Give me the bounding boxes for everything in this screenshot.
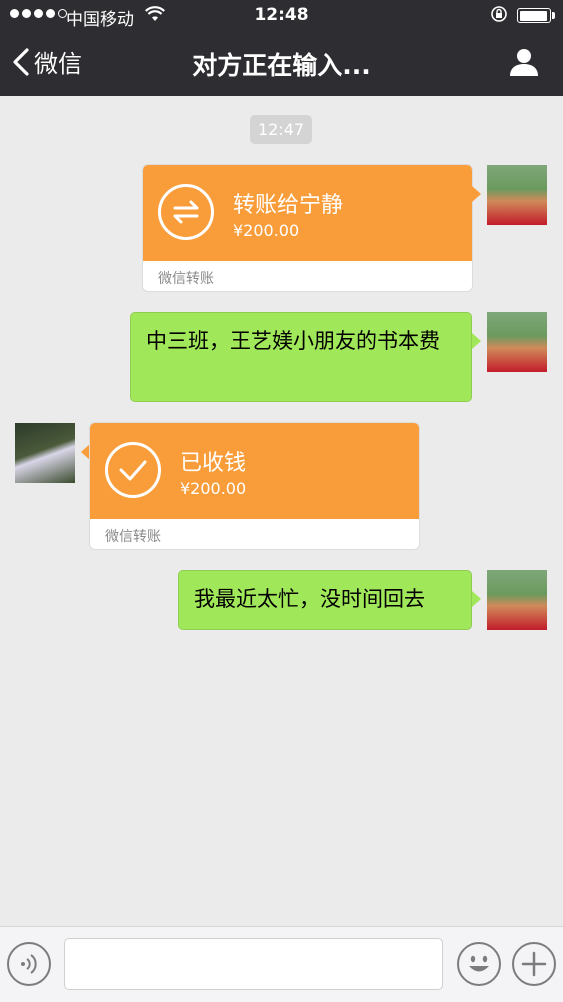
- bubble-tail: [472, 186, 481, 202]
- checkmark-icon: [105, 442, 161, 498]
- transfer-amount: ¥200.00: [233, 221, 300, 240]
- text-message-sent[interactable]: 我最近太忙，没时间回去: [178, 570, 472, 630]
- transfer-title: 已收钱: [180, 451, 247, 476]
- page-title: 对方正在输入...: [192, 51, 371, 80]
- transfer-amount: ¥200.00: [180, 479, 247, 498]
- bubble-tail: [472, 591, 481, 607]
- voice-icon[interactable]: [7, 942, 51, 986]
- text-message-sent[interactable]: 中三班，王艺媄小朋友的书本费: [130, 312, 472, 402]
- avatar[interactable]: [487, 165, 547, 225]
- transfer-title: 转账给宁静: [233, 193, 344, 218]
- timestamp: 12:47: [250, 115, 312, 144]
- status-bar: 中国移动 12:48: [0, 0, 563, 32]
- transfer-arrows-icon: [158, 184, 214, 240]
- transfer-card-sent[interactable]: 转账给宁静 ¥200.00 微信转账: [143, 165, 472, 291]
- message-input[interactable]: [64, 938, 443, 990]
- rotation-lock-icon: [490, 5, 508, 28]
- avatar[interactable]: [15, 423, 75, 483]
- transfer-card-received[interactable]: 已收钱 ¥200.00 微信转账: [90, 423, 419, 549]
- person-icon[interactable]: [509, 47, 539, 81]
- top-bar: 中国移动 12:48 微信 对方正在输入...: [0, 0, 563, 96]
- plus-icon[interactable]: [512, 942, 556, 986]
- battery-tip: [552, 12, 555, 19]
- clock: 12:48: [254, 5, 309, 25]
- emoji-icon[interactable]: [457, 942, 501, 986]
- battery-icon: [517, 8, 551, 23]
- avatar[interactable]: [487, 570, 547, 630]
- input-bar: [0, 926, 563, 1002]
- bubble-tail: [81, 444, 90, 460]
- transfer-footer: 微信转账: [158, 271, 214, 287]
- transfer-footer: 微信转账: [105, 529, 161, 545]
- bubble-tail: [472, 333, 481, 349]
- avatar[interactable]: [487, 312, 547, 372]
